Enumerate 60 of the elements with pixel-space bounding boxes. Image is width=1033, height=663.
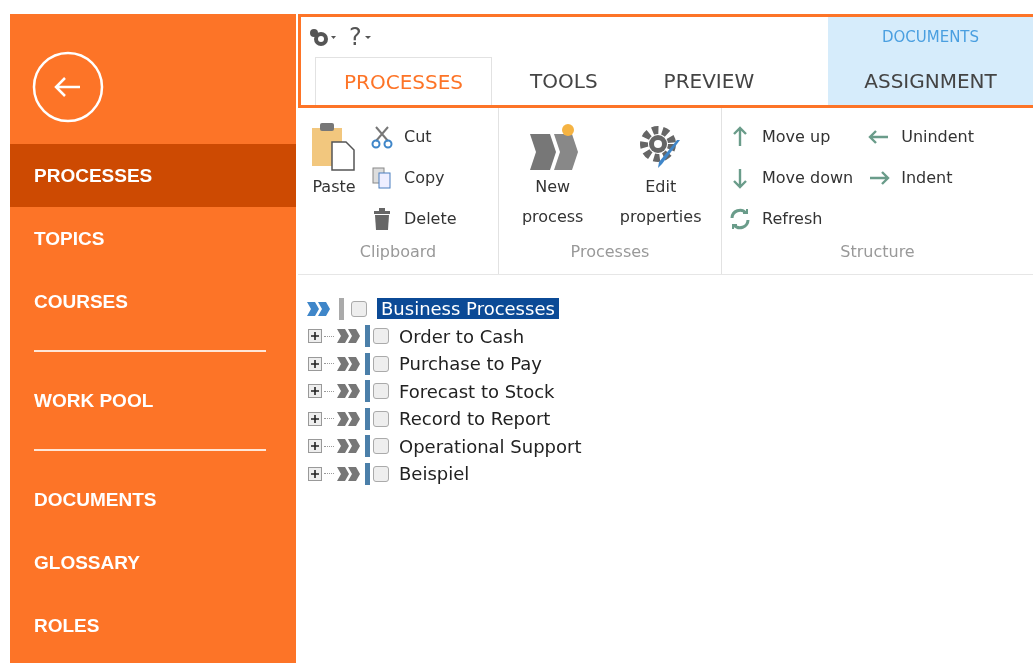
clipboard-icon: [310, 120, 358, 172]
expand-toggle[interactable]: [308, 384, 322, 399]
tree-item[interactable]: Record to Report: [395, 408, 555, 430]
process-icon: [336, 328, 362, 345]
copy-icon: [370, 165, 394, 190]
caret-icon: [363, 34, 372, 40]
ribbon-tab[interactable]: ASSIGNMENT: [828, 57, 1033, 105]
ribbon-button[interactable]: Cut: [370, 116, 457, 157]
context-tab-header: DOCUMENTS: [828, 17, 1033, 57]
ribbon-button[interactable]: Edit properties: [606, 116, 715, 242]
back-button[interactable]: [32, 51, 104, 123]
tree-item[interactable]: Operational Support: [395, 435, 586, 457]
nav-item[interactable]: PROCESSES: [10, 144, 296, 207]
tree-item[interactable]: Purchase to Pay: [395, 353, 546, 375]
marker-bar: [339, 297, 344, 320]
expand-toggle[interactable]: [308, 356, 322, 371]
ribbon-button[interactable]: New process: [505, 116, 601, 242]
expand-toggle[interactable]: [308, 439, 322, 454]
marker-bar: [365, 325, 370, 348]
tree-item[interactable]: Business Processes: [377, 298, 559, 320]
tree-item[interactable]: Forecast to Stock: [395, 380, 559, 402]
help-button[interactable]: ?: [349, 23, 372, 51]
process-icon: [336, 465, 362, 482]
checkbox[interactable]: [373, 465, 389, 482]
expand-toggle[interactable]: [308, 329, 322, 344]
marker-bar: [365, 462, 370, 485]
marker-bar: [365, 352, 370, 375]
group-label: Structure: [839, 242, 916, 263]
marker-bar: [365, 407, 370, 430]
ribbon-tab[interactable]: TOOLS: [502, 57, 626, 105]
checkbox[interactable]: [373, 383, 389, 400]
checkbox[interactable]: [351, 300, 367, 317]
marker-bar: [365, 380, 370, 403]
process-icon: [306, 300, 332, 317]
ribbon-button[interactable]: Indent: [867, 157, 975, 198]
ribbon-button[interactable]: Move down: [728, 157, 854, 198]
checkbox[interactable]: [373, 438, 389, 455]
expand-toggle[interactable]: [308, 466, 322, 481]
ribbon-button[interactable]: Move up: [728, 116, 854, 157]
marker-bar: [365, 435, 370, 458]
expand-toggle[interactable]: [308, 411, 322, 426]
ribbon-button[interactable]: Unindent: [867, 116, 975, 157]
process-icon: [336, 383, 362, 400]
tree-item[interactable]: Beispiel: [395, 463, 474, 485]
process-icon: [336, 438, 362, 455]
ribbon-button[interactable]: Delete: [370, 198, 457, 239]
ribbon-tab[interactable]: PREVIEW: [635, 57, 783, 105]
ribbon-button[interactable]: Paste: [304, 116, 364, 242]
process-icon: [336, 355, 362, 372]
group-label: Clipboard: [358, 242, 438, 263]
ribbon-button[interactable]: Refresh: [728, 198, 854, 239]
checkbox[interactable]: [373, 355, 389, 372]
process-icon: [336, 410, 362, 427]
checkbox[interactable]: [373, 328, 389, 345]
checkbox[interactable]: [373, 410, 389, 427]
refresh-icon: [728, 206, 752, 231]
scissors-icon: [370, 124, 394, 149]
tree-item[interactable]: Order to Cash: [395, 325, 529, 347]
ribbon-button[interactable]: Copy: [370, 157, 457, 198]
group-label: Processes: [569, 242, 651, 263]
